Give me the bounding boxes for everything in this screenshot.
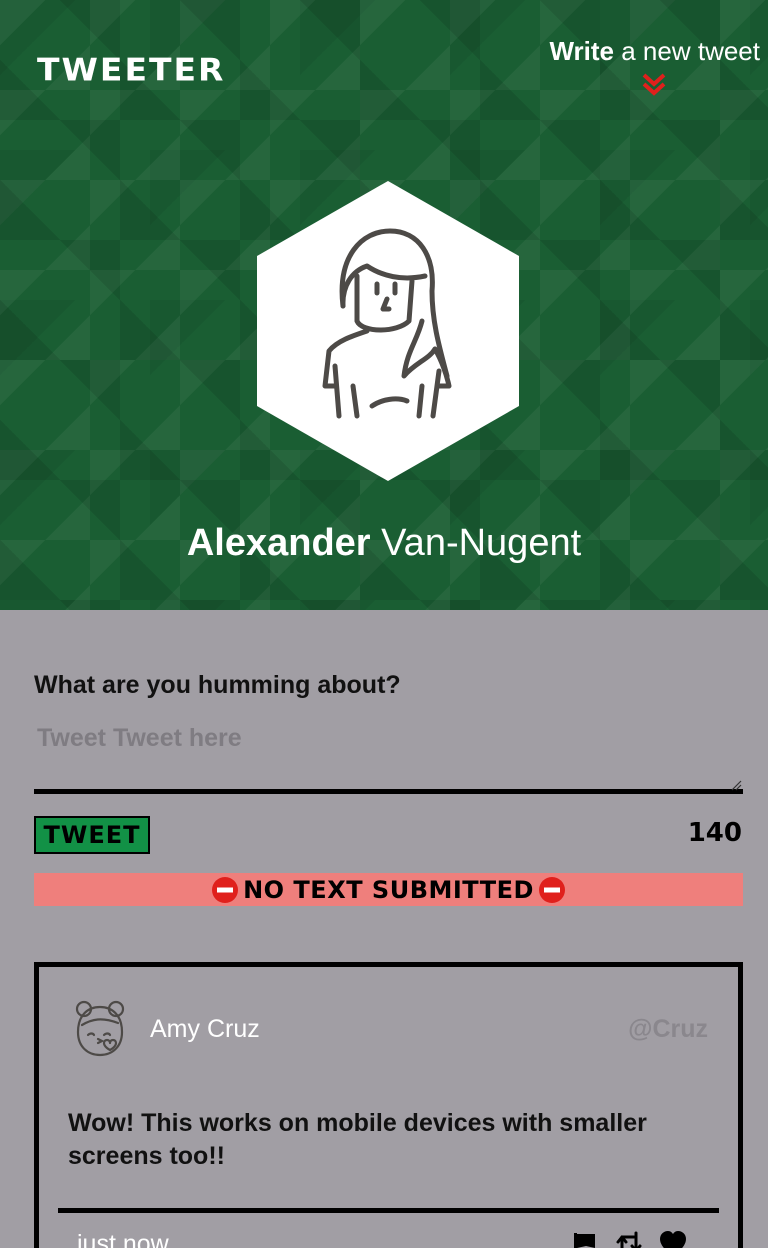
character-counter: 140	[687, 818, 742, 848]
brand-logo[interactable]: TWEETER	[37, 51, 225, 88]
tweet-avatar	[75, 1000, 125, 1057]
profile-name: Alexander Van-Nugent	[0, 522, 768, 565]
retweet-icon[interactable]	[614, 1229, 644, 1248]
heart-icon[interactable]	[658, 1229, 688, 1248]
write-link-bold: Write	[549, 36, 615, 66]
tweet-button[interactable]: TWEET	[34, 816, 150, 854]
tweet-divider	[58, 1208, 719, 1213]
no-entry-icon	[538, 876, 565, 903]
error-banner: NO TEXT SUBMITTED	[34, 873, 743, 906]
error-message: NO TEXT SUBMITTED	[243, 875, 534, 904]
tweet-author-name: Amy Cruz	[150, 1015, 260, 1043]
profile-avatar	[257, 181, 519, 481]
write-new-tweet-link[interactable]: Write a new tweet	[549, 36, 760, 96]
profile-header: TWEETER Write a new tweet Alexander Van-…	[0, 0, 768, 610]
tweet-card: Amy Cruz @Cruz Wow! This works on mobile…	[34, 962, 743, 1248]
write-link-rest: a new tweet	[614, 36, 760, 66]
tweet-textarea[interactable]	[34, 722, 743, 794]
flag-icon[interactable]	[570, 1229, 600, 1248]
compose-label: What are you humming about?	[34, 671, 401, 699]
no-entry-icon	[212, 876, 239, 903]
tweet-timestamp: just now	[77, 1230, 169, 1248]
profile-last-name: Van-Nugent	[381, 522, 582, 564]
profile-first-name: Alexander	[186, 522, 371, 564]
tweet-text: Wow! This works on mobile devices with s…	[68, 1109, 647, 1170]
tweet-actions	[570, 1229, 688, 1248]
resize-handle-icon[interactable]	[730, 779, 742, 791]
double-chevron-down-icon[interactable]	[641, 72, 667, 98]
tweet-author-handle: @Cruz	[628, 1015, 708, 1043]
